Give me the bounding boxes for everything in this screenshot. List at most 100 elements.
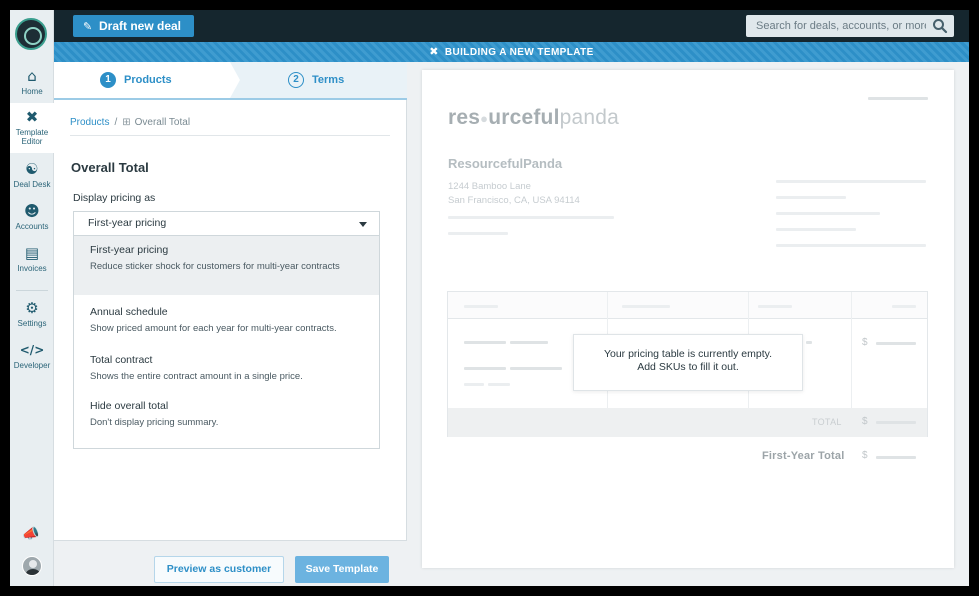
- sidebar-item-label: Accounts: [15, 222, 49, 231]
- breadcrumb-separator: /: [114, 117, 118, 128]
- template-editor-icon: ✖: [25, 108, 39, 126]
- logo-part: urceful: [488, 106, 560, 129]
- tab-products[interactable]: 1 Products: [100, 72, 172, 88]
- sidebar-item-home[interactable]: ⌂ Home: [10, 62, 54, 108]
- placeholder-line: [448, 216, 614, 219]
- currency-symbol: $: [862, 337, 868, 348]
- tab-terms[interactable]: 2 Terms: [288, 72, 344, 88]
- option-description: Reduce sticker shock for customers for m…: [90, 261, 340, 272]
- option-hide-overall-total[interactable]: Hide overall total Don't display pricing…: [74, 400, 379, 429]
- sidebar-item-accounts[interactable]: ☻ Accounts: [10, 197, 54, 243]
- placeholder-line: [776, 212, 880, 215]
- placeholder-line: [892, 305, 916, 308]
- step-label: Products: [124, 74, 172, 86]
- pricing-options-dropdown: First-year pricing Reduce sticker shock …: [73, 236, 380, 449]
- empty-message-line: Add SKUs to fill it out.: [637, 361, 739, 373]
- company-name: ResourcefulPanda: [448, 156, 563, 171]
- option-total-contract[interactable]: Total contract Shows the entire contract…: [74, 354, 379, 383]
- sidebar-item-label: Invoices: [17, 264, 47, 273]
- banner-text: BUILDING A NEW TEMPLATE: [444, 47, 594, 58]
- panel-footer: Preview as customer Save Template: [54, 540, 407, 586]
- placeholder-line: [448, 232, 508, 235]
- display-pricing-label: Display pricing as: [73, 192, 156, 204]
- pencil-icon: ✎: [83, 20, 93, 33]
- pricing-table-header: [448, 292, 927, 319]
- placeholder-line: [876, 342, 916, 345]
- draft-new-deal-label: Draft new deal: [99, 19, 182, 33]
- sidebar-item-label: Developer: [13, 361, 51, 370]
- tools-icon: ✖: [429, 45, 439, 58]
- preview-as-customer-button[interactable]: Preview as customer: [154, 556, 284, 583]
- company-logo: res●urcefulpanda: [448, 106, 619, 130]
- breadcrumb-products-link[interactable]: Products: [70, 117, 109, 128]
- placeholder-line: [776, 228, 856, 231]
- placeholder-line: [876, 456, 916, 459]
- placeholder-line: [510, 341, 548, 344]
- panda-logo-icon: ●: [480, 110, 489, 126]
- save-template-button[interactable]: Save Template: [295, 556, 389, 583]
- placeholder-line: [758, 305, 792, 308]
- company-address: 1244 Bamboo Lane San Francisco, CA, USA …: [448, 180, 580, 208]
- pricing-display-select[interactable]: First-year pricing: [73, 211, 380, 236]
- empty-message-line: Your pricing table is currently empty.: [603, 348, 773, 360]
- pricing-total-row: TOTAL $: [448, 408, 927, 437]
- placeholder-line: [464, 305, 498, 308]
- select-value: First-year pricing: [88, 217, 167, 229]
- accounts-icon: ☻: [24, 202, 40, 220]
- divider: [70, 135, 390, 136]
- total-label: TOTAL: [812, 417, 842, 427]
- sidebar-item-label: Home: [21, 87, 43, 96]
- sidebar-item-settings[interactable]: ⚙ Settings: [10, 294, 54, 340]
- search-icon[interactable]: [932, 18, 948, 34]
- placeholder-line: [776, 180, 926, 183]
- home-icon: ⌂: [27, 67, 37, 85]
- option-title: Total contract: [90, 354, 153, 366]
- icon-sidebar: ⌂ Home ✖ Template Editor ☯ Deal Desk ☻ A…: [10, 10, 54, 586]
- address-line: 1244 Bamboo Lane: [448, 181, 531, 192]
- first-year-total-label: First-Year Total: [762, 450, 845, 462]
- caret-down-icon: [359, 222, 367, 227]
- option-title: First-year pricing: [90, 244, 169, 256]
- megaphone-icon[interactable]: 📣: [22, 526, 42, 542]
- panel-title: Overall Total: [71, 160, 149, 175]
- app-logo[interactable]: [15, 18, 47, 50]
- search-box: [746, 15, 954, 37]
- column-divider: [851, 292, 852, 409]
- draft-new-deal-button[interactable]: ✎ Draft new deal: [73, 15, 194, 37]
- top-bar: ✎ Draft new deal: [54, 10, 969, 42]
- sidebar-item-invoices[interactable]: ▤ Invoices: [10, 239, 54, 285]
- avatar[interactable]: [22, 556, 42, 576]
- placeholder-line: [876, 421, 916, 424]
- option-description: Don't display pricing summary.: [90, 417, 219, 428]
- breadcrumb: Products / ⊞ Overall Total: [70, 117, 190, 128]
- sidebar-item-label: Settings: [17, 319, 47, 328]
- option-annual-schedule[interactable]: Annual schedule Show priced amount for e…: [74, 306, 379, 335]
- option-description: Shows the entire contract amount in a si…: [90, 371, 303, 382]
- placeholder-line: [488, 383, 510, 386]
- placeholder-line: [464, 367, 506, 370]
- placeholder-line: [464, 383, 484, 386]
- sidebar-item-label: Template Editor: [15, 128, 49, 146]
- preview-scrollbar[interactable]: [958, 62, 969, 586]
- sidebar-item-template-editor[interactable]: ✖ Template Editor: [10, 103, 54, 153]
- placeholder-line: [622, 305, 670, 308]
- placeholder-line: [776, 196, 846, 199]
- search-input[interactable]: [746, 15, 926, 37]
- sidebar-item-deal-desk[interactable]: ☯ Deal Desk: [10, 155, 54, 201]
- deal-desk-icon: ☯: [25, 160, 39, 178]
- logo-part: res: [448, 106, 481, 129]
- breadcrumb-current: Overall Total: [134, 117, 191, 128]
- option-first-year-pricing[interactable]: First-year pricing Reduce sticker shock …: [74, 236, 379, 295]
- step-tabs: 1 Products 2 Terms: [54, 62, 407, 100]
- empty-table-message: Your pricing table is currently empty. A…: [573, 334, 803, 391]
- sidebar-item-developer[interactable]: </> Developer: [10, 336, 54, 382]
- logo-part: panda: [559, 106, 620, 129]
- address-line: San Francisco, CA, USA 94114: [448, 195, 580, 206]
- template-banner: ✖ BUILDING A NEW TEMPLATE: [54, 42, 969, 62]
- invoices-icon: ▤: [24, 244, 40, 262]
- option-description: Show priced amount for each year for mul…: [90, 323, 337, 334]
- currency-symbol: $: [862, 450, 868, 461]
- settings-icon: ⚙: [25, 299, 39, 317]
- option-title: Hide overall total: [90, 400, 169, 412]
- step-label: Terms: [312, 74, 345, 86]
